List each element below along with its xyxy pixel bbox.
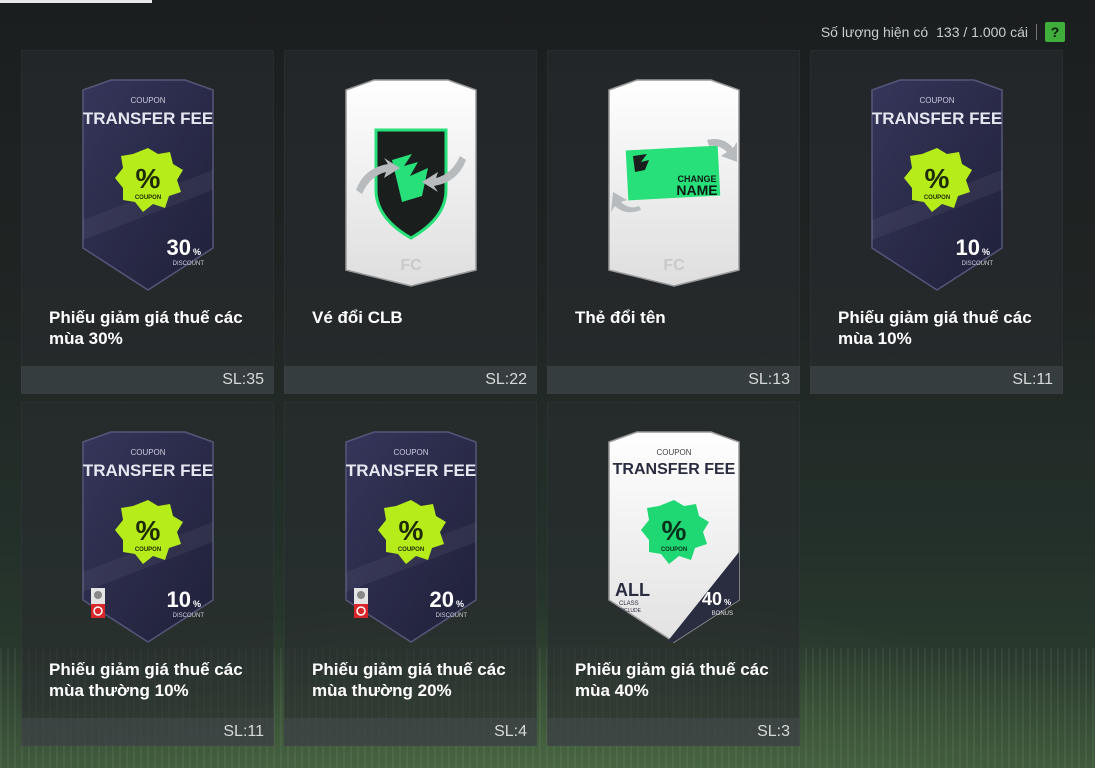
svg-text:BONUS: BONUS	[712, 611, 733, 617]
item-name: Phiếu giảm giá thuế các mùa 40%	[575, 660, 769, 700]
quantity-bar: SL:4	[284, 718, 537, 746]
svg-text:30: 30	[167, 235, 191, 260]
item-card-club-change[interactable]: FC Vé đổi CLB SL:22	[284, 50, 537, 394]
svg-text:DISCOUNT: DISCOUNT	[173, 613, 205, 619]
svg-text:%: %	[193, 247, 201, 257]
inventory-label: Số lượng hiện có	[820, 24, 929, 40]
item-name: Phiếu giảm giá thuế các mùa thường 10%	[49, 660, 243, 700]
svg-text:COUPON: COUPON	[656, 448, 691, 457]
inventory-count: 133 / 1.000 cái	[936, 24, 1028, 40]
item-card-change-name[interactable]: CHANGE NAME FC Thẻ đổi tên SL:13	[547, 50, 800, 394]
item-card-transfer-coupon-normal-10[interactable]: COUPON TRANSFER FEE % COUPON 10 % DISCOU…	[21, 402, 274, 746]
quantity-bar: SL:3	[547, 718, 800, 746]
item-quantity: SL:11	[1012, 371, 1053, 388]
item-quantity: SL:11	[223, 723, 264, 740]
svg-text:COUPON: COUPON	[924, 195, 950, 201]
transfer-fee-coupon-icon: COUPON TRANSFER FEE % COUPON 20 % DISCOU…	[345, 431, 477, 643]
quantity-bar: SL:11	[21, 718, 274, 746]
svg-text:%: %	[136, 515, 161, 546]
change-name-ticket-icon: CHANGE NAME FC	[608, 79, 740, 287]
item-card-transfer-coupon-normal-20[interactable]: COUPON TRANSFER FEE % COUPON 20 % DISCOU…	[284, 402, 537, 746]
item-name: Phiếu giảm giá thuế các mùa thường 20%	[312, 660, 506, 700]
svg-text:TRANSFER FEE: TRANSFER FEE	[872, 109, 1002, 128]
item-card-transfer-coupon-30[interactable]: COUPON TRANSFER FEE % COUPON 30 % DISCOU…	[21, 50, 274, 394]
svg-text:FC: FC	[663, 257, 685, 274]
svg-text:TRANSFER FEE: TRANSFER FEE	[346, 461, 476, 480]
tab-indicator	[0, 0, 152, 3]
help-button[interactable]: ?	[1045, 22, 1065, 42]
quantity-bar: SL:35	[21, 366, 274, 394]
item-card-transfer-coupon-10[interactable]: COUPON TRANSFER FEE % COUPON 10 % DISCOU…	[810, 50, 1063, 394]
quantity-bar: SL:11	[810, 366, 1063, 394]
item-quantity: SL:13	[748, 371, 790, 388]
svg-text:%: %	[136, 163, 161, 194]
svg-text:DISCOUNT: DISCOUNT	[173, 261, 205, 267]
svg-text:%: %	[193, 599, 201, 609]
item-quantity: SL:4	[494, 723, 527, 740]
club-change-shield-icon: FC	[345, 79, 477, 287]
item-quantity: SL:3	[757, 723, 790, 740]
svg-text:10: 10	[956, 235, 980, 260]
svg-text:COUPON: COUPON	[398, 547, 424, 553]
svg-text:DISCOUNT: DISCOUNT	[436, 613, 468, 619]
divider	[1036, 24, 1037, 40]
svg-text:COUPON: COUPON	[393, 448, 428, 457]
item-name: Vé đổi CLB	[312, 308, 403, 327]
svg-text:COUPON: COUPON	[661, 547, 687, 553]
svg-text:%: %	[724, 598, 731, 607]
svg-text:%: %	[925, 163, 950, 194]
item-name: Phiếu giảm giá thuế các mùa 30%	[49, 308, 243, 348]
item-card-transfer-coupon-40[interactable]: COUPON TRANSFER FEE % COUPON ALL CLASS I…	[547, 402, 800, 746]
svg-text:COUPON: COUPON	[130, 96, 165, 105]
svg-text:DISCOUNT: DISCOUNT	[962, 261, 994, 267]
transfer-fee-coupon-icon: COUPON TRANSFER FEE % COUPON 10 % DISCOU…	[82, 431, 214, 643]
svg-text:TRANSFER FEE: TRANSFER FEE	[613, 461, 736, 478]
inventory-counter: Số lượng hiện có 133 / 1.000 cái ?	[821, 22, 1065, 42]
transfer-fee-coupon-icon: COUPON TRANSFER FEE % COUPON 30 % DISCOU…	[82, 79, 214, 291]
svg-text:INCLUDE: INCLUDE	[619, 608, 642, 614]
svg-text:COUPON: COUPON	[135, 547, 161, 553]
svg-text:CLASS: CLASS	[619, 601, 639, 607]
svg-text:%: %	[399, 515, 424, 546]
item-quantity: SL:22	[485, 371, 527, 388]
svg-text:%: %	[982, 247, 990, 257]
svg-text:TRANSFER FEE: TRANSFER FEE	[83, 109, 213, 128]
svg-text:COUPON: COUPON	[130, 448, 165, 457]
svg-text:ALL: ALL	[615, 580, 650, 600]
item-name: Phiếu giảm giá thuế các mùa 10%	[838, 308, 1032, 348]
quantity-bar: SL:22	[284, 366, 537, 394]
svg-text:10: 10	[167, 587, 191, 612]
svg-text:20: 20	[430, 587, 454, 612]
svg-text:%: %	[456, 599, 464, 609]
svg-text:COUPON: COUPON	[135, 195, 161, 201]
svg-text:FC: FC	[400, 257, 422, 274]
quantity-bar: SL:13	[547, 366, 800, 394]
transfer-fee-coupon-icon: COUPON TRANSFER FEE % COUPON 10 % DISCOU…	[871, 79, 1003, 291]
item-name: Thẻ đổi tên	[575, 308, 666, 327]
svg-text:COUPON: COUPON	[919, 96, 954, 105]
svg-text:TRANSFER FEE: TRANSFER FEE	[83, 461, 213, 480]
svg-text:NAME: NAME	[676, 182, 717, 198]
svg-text:%: %	[662, 515, 687, 546]
transfer-fee-coupon-icon: COUPON TRANSFER FEE % COUPON ALL CLASS I…	[608, 431, 740, 643]
svg-text:40: 40	[702, 589, 722, 609]
item-quantity: SL:35	[222, 371, 264, 388]
